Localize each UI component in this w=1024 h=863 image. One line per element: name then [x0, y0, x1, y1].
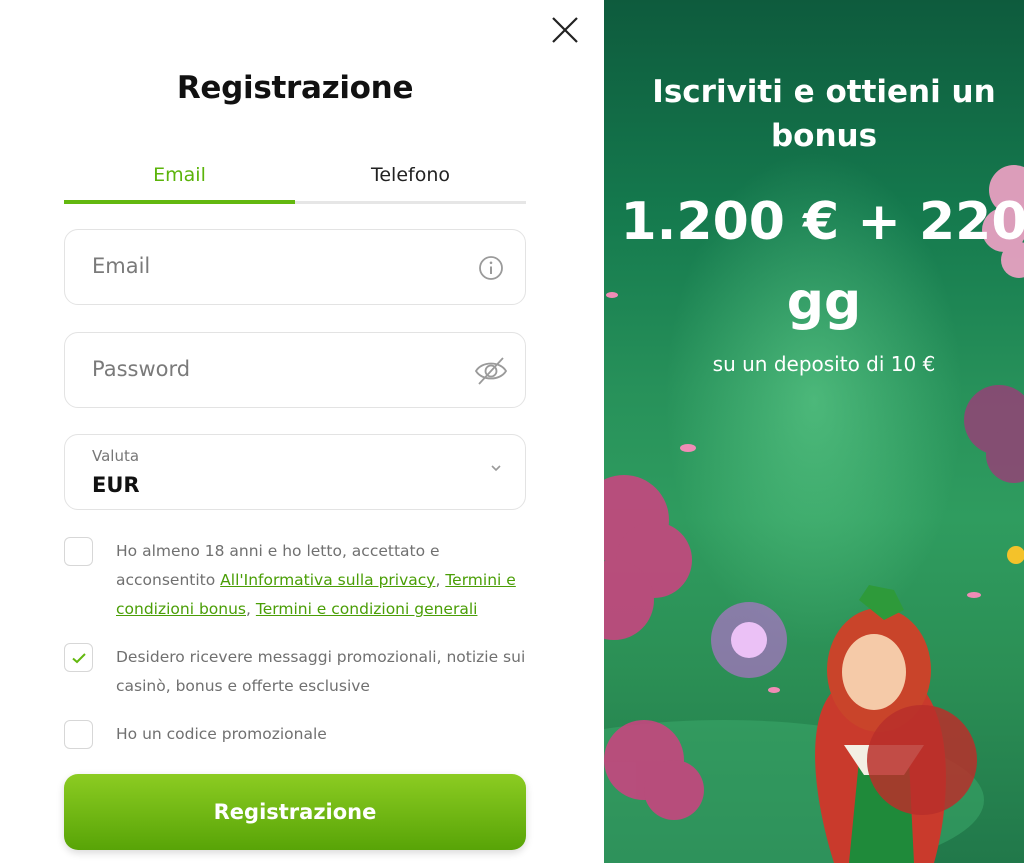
promo-code-text: Ho un codice promozionale — [116, 725, 327, 743]
email-field[interactable]: Email — [64, 229, 526, 305]
promo-headline: Iscriviti e ottieni un bonus — [652, 74, 996, 154]
page-title: Registrazione — [176, 70, 414, 106]
privacy-link[interactable]: All'Informativa sulla privacy — [220, 571, 435, 589]
registration-tabs: Email Telefono — [64, 158, 526, 204]
password-placeholder: Password — [92, 357, 191, 381]
tab-telefono[interactable]: Telefono — [295, 158, 526, 204]
eye-off-icon[interactable] — [473, 353, 509, 389]
chevron-down-icon — [491, 465, 501, 472]
checkmark-icon — [71, 652, 86, 663]
info-icon[interactable] — [473, 250, 509, 286]
registration-panel: Registrazione Email Telefono Email Passw… — [0, 0, 604, 863]
separator: , — [246, 600, 256, 618]
password-field[interactable]: Password — [64, 332, 526, 408]
tab-email[interactable]: Email — [64, 158, 295, 204]
currency-value: EUR — [92, 473, 140, 497]
promo-amount: 1.200 € + 220 gg — [620, 192, 1024, 332]
currency-label: Valuta — [92, 447, 140, 465]
age-consent-checkbox[interactable] — [64, 537, 93, 566]
close-icon[interactable] — [547, 12, 583, 48]
promo-banner: Iscriviti e ottieni un bonus 1.200 € + 2… — [604, 0, 1024, 863]
promo-messages-text: Desidero ricevere messaggi promozionali,… — [116, 648, 526, 695]
register-button[interactable]: Registrazione — [64, 774, 526, 850]
promo-code-checkbox[interactable] — [64, 720, 93, 749]
age-consent-text: Ho almeno 18 anni e ho letto, accettato … — [116, 537, 526, 624]
currency-select[interactable]: Valuta EUR — [64, 434, 526, 510]
promo-messages-checkbox[interactable] — [64, 643, 93, 672]
email-placeholder: Email — [92, 254, 151, 278]
promo-subtitle: su un deposito di 10 € — [712, 352, 936, 376]
general-terms-link[interactable]: Termini e condizioni generali — [256, 600, 478, 618]
separator: , — [435, 571, 446, 589]
